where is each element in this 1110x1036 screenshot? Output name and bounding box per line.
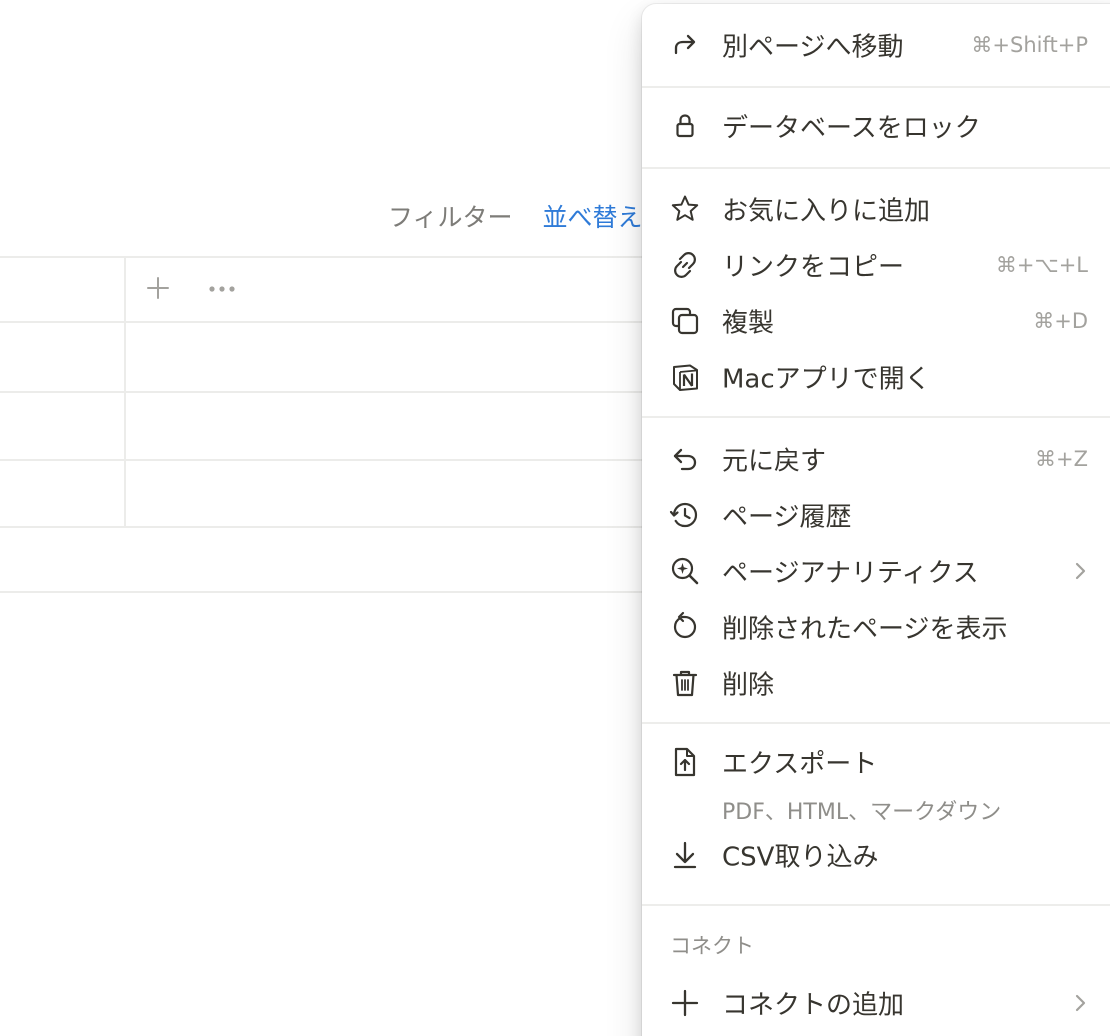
import-csv-item[interactable]: CSV取り込み bbox=[642, 829, 1110, 881]
notion-page: フィルター 並べ替え 別ページへ移動 ⌘+Shift+P データベースをロック … bbox=[0, 0, 1110, 1036]
ellipsis-icon bbox=[206, 278, 238, 300]
restore-icon bbox=[668, 610, 702, 644]
export-formats-label: PDF、HTML、マークダウン bbox=[722, 800, 1002, 825]
export-item[interactable]: エクスポート PDF、HTML、マークダウン bbox=[642, 736, 1110, 825]
lock-database-item[interactable]: データベースをロック bbox=[642, 100, 1110, 152]
duplicate-shortcut: ⌘+D bbox=[1033, 309, 1088, 333]
table-bottom-border bbox=[0, 591, 660, 593]
table-more-button[interactable] bbox=[206, 278, 238, 300]
table-row-divider bbox=[0, 391, 660, 393]
delete-label: 削除 bbox=[722, 670, 775, 701]
add-property-button[interactable] bbox=[144, 272, 172, 304]
menu-divider bbox=[642, 722, 1110, 724]
copy-link-shortcut: ⌘+⌥+L bbox=[995, 253, 1088, 277]
chevron-right-icon bbox=[1070, 559, 1090, 583]
undo-icon bbox=[668, 442, 702, 476]
notion-logo-icon bbox=[668, 360, 702, 394]
star-icon bbox=[668, 192, 702, 226]
delete-item[interactable]: 削除 bbox=[642, 657, 1110, 709]
add-connection-item[interactable]: コネクトの追加 bbox=[642, 977, 1110, 1029]
move-to-item[interactable]: 別ページへ移動 ⌘+Shift+P bbox=[642, 19, 1110, 71]
plus-icon bbox=[144, 272, 172, 304]
table-column-divider bbox=[124, 256, 126, 527]
table-row-divider bbox=[0, 526, 660, 528]
menu-divider bbox=[642, 86, 1110, 88]
lock-database-label: データベースをロック bbox=[722, 113, 981, 144]
database-toolbar: フィルター 並べ替え bbox=[388, 196, 643, 236]
duplicate-item[interactable]: 複製 ⌘+D bbox=[642, 295, 1110, 347]
add-connection-label: コネクトの追加 bbox=[722, 990, 905, 1021]
arrow-turn-right-icon bbox=[668, 28, 702, 62]
open-mac-app-item[interactable]: Macアプリで開く bbox=[642, 351, 1110, 403]
undo-item[interactable]: 元に戻す ⌘+Z bbox=[642, 433, 1110, 485]
show-deleted-pages-item[interactable]: 削除されたページを表示 bbox=[642, 601, 1110, 653]
download-arrow-icon bbox=[668, 838, 702, 872]
page-analytics-label: ページアナリティクス bbox=[722, 558, 979, 589]
menu-divider bbox=[642, 904, 1110, 906]
export-file-icon bbox=[668, 745, 702, 779]
history-icon bbox=[668, 498, 702, 532]
menu-divider bbox=[642, 416, 1110, 418]
move-to-shortcut: ⌘+Shift+P bbox=[971, 33, 1088, 57]
undo-shortcut: ⌘+Z bbox=[1035, 447, 1088, 471]
lock-icon bbox=[668, 109, 702, 143]
import-csv-label: CSV取り込み bbox=[722, 842, 879, 873]
menu-divider bbox=[642, 167, 1110, 169]
show-deleted-pages-label: 削除されたページを表示 bbox=[722, 614, 1008, 645]
duplicate-icon bbox=[668, 304, 702, 338]
table-header-top-border bbox=[0, 256, 660, 258]
link-icon bbox=[668, 248, 702, 282]
undo-label: 元に戻す bbox=[722, 446, 827, 477]
chevron-right-icon bbox=[1070, 991, 1090, 1015]
copy-link-label: リンクをコピー bbox=[722, 252, 905, 283]
table-row-divider bbox=[0, 321, 660, 323]
page-history-item[interactable]: ページ履歴 bbox=[642, 489, 1110, 541]
sort-button[interactable]: 並べ替え bbox=[543, 198, 643, 234]
analytics-search-icon bbox=[668, 554, 702, 588]
page-analytics-item[interactable]: ページアナリティクス bbox=[642, 545, 1110, 597]
table-row-divider bbox=[0, 459, 660, 461]
duplicate-label: 複製 bbox=[722, 308, 775, 339]
page-options-menu: 別ページへ移動 ⌘+Shift+P データベースをロック お気に入りに追加 リン… bbox=[642, 4, 1110, 1036]
copy-link-item[interactable]: リンクをコピー ⌘+⌥+L bbox=[642, 239, 1110, 291]
add-favorite-item[interactable]: お気に入りに追加 bbox=[642, 183, 1110, 235]
connections-section-label: コネクト bbox=[670, 934, 754, 958]
move-to-label: 別ページへ移動 bbox=[722, 32, 904, 63]
add-favorite-label: お気に入りに追加 bbox=[722, 196, 931, 227]
filter-button[interactable]: フィルター bbox=[388, 198, 513, 234]
export-label: エクスポート bbox=[722, 749, 878, 780]
trash-icon bbox=[668, 666, 702, 700]
page-history-label: ページ履歴 bbox=[722, 502, 852, 533]
plus-icon bbox=[668, 986, 702, 1020]
open-mac-app-label: Macアプリで開く bbox=[722, 364, 931, 395]
